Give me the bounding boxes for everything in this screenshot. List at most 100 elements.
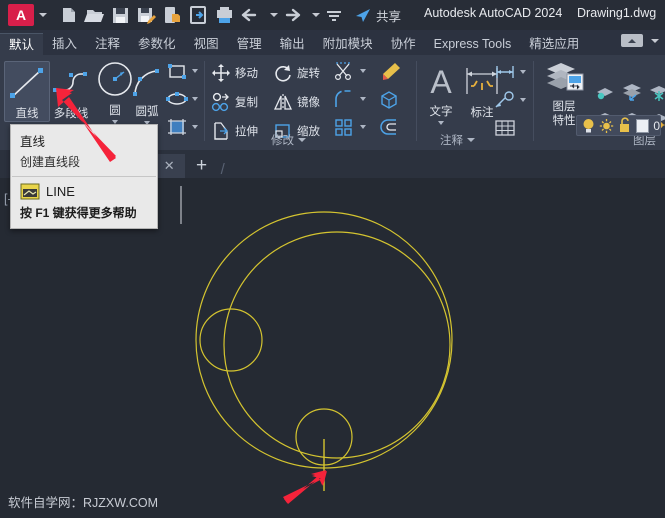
cloud-sync-icon[interactable]	[187, 4, 210, 26]
layer-off-icon[interactable]	[620, 81, 645, 108]
leader-icon	[495, 91, 514, 108]
layer-properties-label-1: 图层	[552, 101, 576, 113]
file-tab-close-icon[interactable]: ✕	[164, 158, 175, 174]
modify-stretch-button[interactable]: 拉伸	[211, 121, 258, 141]
modify-array-dropdown-icon[interactable]	[360, 125, 366, 129]
quick-access-toolbar	[57, 4, 346, 26]
layer-freeze-icon[interactable]	[647, 81, 665, 108]
modify-mirror-label: 镜像	[297, 97, 320, 109]
ribbon-options-caret-icon[interactable]	[651, 38, 659, 43]
redo-dropdown-caret-icon[interactable]	[312, 13, 320, 17]
tab-featured-apps[interactable]: 精选应用	[520, 33, 588, 55]
modify-erase-button[interactable]	[378, 61, 402, 81]
draw-ellipse-button[interactable]	[166, 89, 198, 109]
logo-dropdown-caret-icon[interactable]	[39, 13, 47, 17]
tab-parametric[interactable]: 参数化	[129, 33, 185, 55]
modify-copy-button[interactable]: 复制	[211, 92, 258, 112]
tab-annotate[interactable]: 注释	[86, 33, 129, 55]
layer-isolate-icon[interactable]	[593, 81, 618, 108]
annotation-text-dropdown-icon[interactable]	[438, 121, 444, 125]
panel-annotation-expand-icon[interactable]	[467, 138, 475, 142]
annotation-text-label: 文字	[429, 106, 453, 118]
draw-rectangle-dropdown-icon[interactable]	[192, 69, 198, 73]
print-icon[interactable]	[213, 4, 236, 26]
move-icon	[212, 64, 230, 82]
layer-status-bar[interactable]: 0	[576, 115, 661, 136]
tab-addins[interactable]: 附加模块	[314, 33, 382, 55]
draw-hatch-button[interactable]	[166, 117, 198, 137]
modify-move-button[interactable]: 移动	[211, 63, 258, 83]
tooltip-help-text: 按 F1 键获得更多帮助	[20, 206, 137, 220]
modify-trim-dropdown-icon[interactable]	[360, 69, 366, 73]
modify-mirror-button[interactable]: 镜像	[273, 92, 320, 112]
lightbulb-on-icon[interactable]	[581, 118, 595, 134]
tooltip-title: 直线	[20, 135, 46, 149]
draw-line-label: 直线	[15, 108, 39, 120]
send-icon	[356, 9, 370, 22]
undo-dropdown-caret-icon[interactable]	[270, 13, 278, 17]
new-file-tab-button[interactable]: +	[185, 154, 219, 178]
modify-rotate-button[interactable]: 旋转	[273, 63, 320, 83]
customize-icon[interactable]	[323, 4, 346, 26]
draw-rectangle-button[interactable]	[166, 61, 198, 81]
tab-default[interactable]: 默认	[0, 33, 44, 55]
panel-annotation-title[interactable]: 注释	[440, 132, 475, 148]
panel-modify-expand-icon[interactable]	[298, 138, 306, 142]
modify-array-button[interactable]	[334, 117, 366, 137]
draw-hatch-dropdown-icon[interactable]	[192, 125, 198, 129]
trim-icon	[334, 62, 352, 81]
panel-annotation-extras	[490, 55, 535, 150]
draw-polyline-label: 多段线	[53, 108, 89, 120]
annotation-linear-dim-button[interactable]	[494, 63, 526, 81]
draw-ellipse-dropdown-icon[interactable]	[192, 97, 198, 101]
share-button[interactable]: 共享	[354, 6, 401, 25]
tab-view[interactable]: 视图	[185, 33, 228, 55]
annotation-leader-button[interactable]	[494, 91, 526, 109]
annotation-leader-dropdown-icon[interactable]	[520, 98, 526, 102]
polyline-icon	[49, 62, 93, 104]
title-bar: A 共享 Autodesk AutoCAD 2024 Drawing1.dwg	[0, 0, 665, 30]
modify-3d-array-button[interactable]	[378, 89, 402, 109]
tab-manage[interactable]: 管理	[228, 33, 271, 55]
modify-stretch-label: 拉伸	[235, 126, 258, 138]
undo-icon[interactable]	[239, 4, 262, 26]
draw-polyline-button[interactable]: 多段线	[48, 62, 94, 121]
save-as-icon[interactable]	[135, 4, 158, 26]
modify-copy-label: 复制	[235, 97, 258, 109]
tab-insert[interactable]: 插入	[43, 33, 86, 55]
ribbon-minimize-button[interactable]	[621, 34, 643, 47]
modify-fillet-dropdown-icon[interactable]	[360, 97, 366, 101]
redo-icon[interactable]	[281, 4, 304, 26]
table-icon	[495, 120, 515, 136]
unlock-icon[interactable]	[618, 117, 632, 134]
sun-thaw-icon[interactable]	[599, 118, 614, 134]
ellipse-icon	[166, 92, 188, 105]
export-icon[interactable]	[161, 4, 184, 26]
svg-text:A: A	[430, 64, 452, 100]
modify-fillet-button[interactable]	[334, 89, 366, 109]
draw-line-button[interactable]: 直线	[4, 61, 50, 122]
tab-collaborate[interactable]: 协作	[382, 33, 425, 55]
new-file-icon[interactable]	[57, 4, 80, 26]
open-folder-icon[interactable]	[83, 4, 106, 26]
annotation-text-button[interactable]: A 文字	[418, 60, 464, 125]
draw-circle-label: 圆	[109, 105, 121, 117]
autocad-logo-button[interactable]: A	[8, 4, 34, 26]
tab-express-tools[interactable]: Express Tools	[425, 33, 521, 55]
panel-modify-title[interactable]: 修改	[271, 132, 306, 148]
line-icon	[7, 62, 47, 104]
drawing-canvas[interactable]: [-][俯视][二维线框]	[0, 178, 665, 518]
modify-trim-button[interactable]	[334, 61, 366, 81]
annotation-table-button[interactable]	[494, 119, 516, 137]
layer-properties-icon	[541, 61, 587, 100]
save-icon[interactable]	[109, 4, 132, 26]
color-swatch-icon[interactable]	[635, 118, 650, 133]
autocad-window: A 共享 Autodesk AutoCAD 2024 Drawing1.dwg …	[0, 0, 665, 518]
rotate-icon	[275, 65, 291, 82]
tab-output[interactable]: 输出	[271, 33, 314, 55]
array-icon	[335, 119, 352, 136]
modify-offset-button[interactable]	[378, 117, 402, 137]
annotation-linear-dim-dropdown-icon[interactable]	[520, 70, 526, 74]
array-3d-icon	[381, 91, 397, 109]
line-command-icon	[20, 183, 40, 200]
